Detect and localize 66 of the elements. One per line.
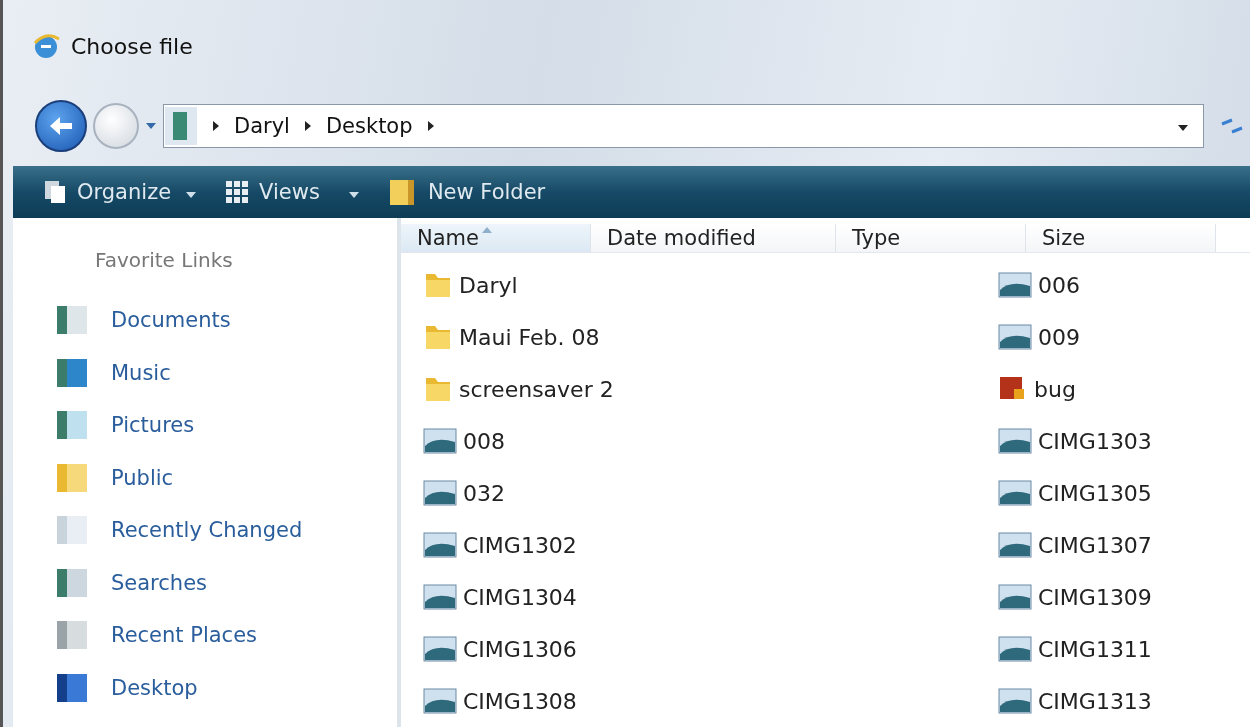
chevron-icon — [303, 120, 312, 132]
caret-icon — [145, 122, 157, 130]
image-file-icon — [423, 428, 457, 454]
file-item[interactable]: bug — [998, 363, 1250, 415]
column-header[interactable]: Size — [1026, 224, 1216, 252]
grid-icon — [225, 180, 250, 204]
chevron-icon — [212, 120, 220, 132]
file-item[interactable]: 006 — [998, 259, 1250, 311]
file-item[interactable]: CIMG1307 — [998, 519, 1250, 571]
sidebar-heading: Favorite Links — [95, 248, 234, 272]
toolbar-button[interactable]: Views — [225, 180, 360, 204]
back-button[interactable] — [35, 100, 87, 152]
file-item[interactable]: CIMG1304 — [423, 571, 998, 623]
chevron-icon — [426, 120, 435, 132]
column-header[interactable]: Type — [836, 224, 1026, 252]
image-file-icon — [998, 480, 1032, 506]
file-item[interactable]: CIMG1306 — [423, 623, 998, 675]
file-item[interactable]: 009 — [998, 311, 1250, 363]
image-file-icon — [998, 688, 1032, 714]
address-bar[interactable]: Daryl Desktop — [163, 104, 1204, 148]
image-file-icon — [423, 688, 457, 714]
toolbar-button[interactable]: Organize — [43, 179, 198, 205]
breadcrumb[interactable]: Daryl — [234, 114, 290, 138]
forward-button[interactable] — [93, 103, 139, 149]
file-item[interactable]: CIMG1305 — [998, 467, 1250, 519]
file-item[interactable]: Maui Feb. 08 — [423, 311, 998, 363]
image-file-icon — [998, 324, 1032, 350]
file-item[interactable]: CIMG1302 — [423, 519, 998, 571]
sidebar-link[interactable]: Public — [55, 451, 397, 504]
file-item[interactable]: 032 — [423, 467, 998, 519]
sidebar-link[interactable]: Recent Places — [55, 609, 397, 662]
file-item[interactable]: CIMG1309 — [998, 571, 1250, 623]
caret-icon — [185, 191, 198, 199]
image-file-icon — [998, 272, 1032, 298]
file-item[interactable]: Daryl — [423, 259, 998, 311]
image-file-icon — [998, 636, 1032, 662]
file-item[interactable]: CIMG1311 — [998, 623, 1250, 675]
image-file-icon — [423, 480, 457, 506]
file-item[interactable]: 008 — [423, 415, 998, 467]
back-arrow-icon — [48, 115, 74, 137]
image-file-icon — [423, 636, 457, 662]
toolbar-button[interactable]: New Folder — [387, 177, 546, 207]
file-item[interactable]: CIMG1308 — [423, 675, 998, 727]
file-item[interactable]: screensaver 2 — [423, 363, 998, 415]
file-item[interactable]: CIMG1313 — [998, 675, 1250, 727]
breadcrumb[interactable]: Desktop — [325, 114, 413, 138]
image-file-icon — [998, 428, 1032, 454]
column-header[interactable]: Name — [401, 224, 591, 252]
image-file-icon — [423, 584, 457, 610]
globe-e-icon — [31, 31, 61, 61]
sidebar-link[interactable]: Recently Changed — [55, 504, 397, 557]
image-file-icon — [998, 584, 1032, 610]
image-file-icon — [423, 532, 457, 558]
file-item[interactable]: CIMG1303 — [998, 415, 1250, 467]
image-file-icon — [998, 532, 1032, 558]
caret-icon — [347, 191, 360, 199]
sidebar-link[interactable]: Pictures — [55, 399, 397, 452]
window-title: Choose file — [71, 33, 193, 59]
sidebar-link[interactable]: Documents — [55, 294, 397, 347]
caret-icon — [1177, 123, 1189, 132]
sidebar-link[interactable]: Desktop — [55, 661, 397, 714]
sidebar-link[interactable]: Music — [55, 346, 397, 399]
column-header[interactable]: Date modified — [591, 224, 836, 252]
pages-icon — [43, 179, 67, 205]
sidebar-link[interactable]: Searches — [55, 556, 397, 609]
sort-arrow-icon — [481, 226, 493, 234]
